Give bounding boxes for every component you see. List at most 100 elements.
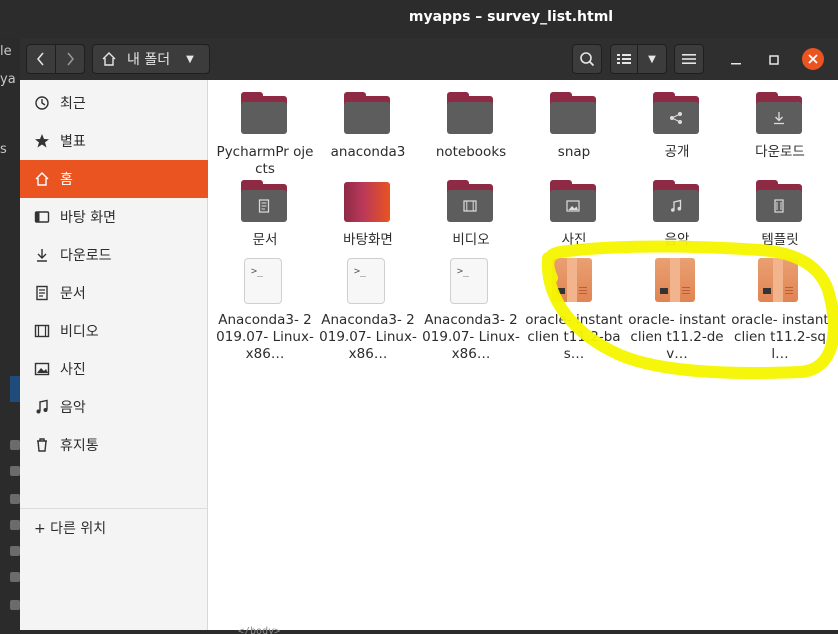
menu-button[interactable]	[674, 44, 704, 74]
file-name: 사진	[561, 232, 587, 248]
music-icon	[668, 198, 684, 214]
file-grid: PycharmPr ojects anaconda3 notebooks sna…	[209, 80, 838, 630]
sidebar-item-label: 바탕 화면	[60, 210, 116, 226]
file-name: Anaconda3- 2019.07- Linux-x86…	[319, 312, 417, 362]
minimize-icon	[731, 63, 741, 65]
folder-icon	[239, 88, 291, 140]
minimize-button[interactable]	[726, 50, 746, 70]
file-item-package[interactable]: oracle- instantclien t11.2-bas…	[524, 256, 624, 363]
sidebar-item-music[interactable]: 음악	[20, 388, 208, 426]
sidebar-item-label: 다운로드	[60, 248, 112, 264]
file-item-script[interactable]: >_ Anaconda3- 2019.07- Linux-x86…	[421, 256, 521, 363]
search-icon	[580, 52, 595, 67]
maximize-icon	[769, 55, 779, 65]
sidebar-item-trash[interactable]: 휴지통	[20, 426, 208, 464]
trash-icon	[34, 437, 50, 453]
close-button[interactable]	[802, 48, 824, 70]
forward-button[interactable]	[55, 44, 85, 74]
file-name: snap	[557, 144, 591, 160]
folder-icon	[342, 88, 394, 140]
file-item-package[interactable]: oracle- instantclien t11.2-sql…	[730, 256, 830, 363]
sidebar-item-starred[interactable]: 별표	[20, 122, 208, 160]
download-icon	[771, 110, 787, 126]
public-folder-icon	[651, 88, 703, 140]
file-item-folder[interactable]: 비디오	[421, 176, 521, 249]
file-name: 음악	[664, 232, 690, 248]
background-icon	[10, 572, 20, 582]
desktop-icon	[34, 209, 50, 225]
close-icon	[808, 54, 818, 64]
sidebar-item-pictures[interactable]: 사진	[20, 350, 208, 388]
back-button[interactable]	[26, 44, 56, 74]
file-item-folder[interactable]: 문서	[215, 176, 315, 249]
background-editor-strip: le ya s	[0, 0, 20, 634]
script-file-icon: >_	[445, 256, 497, 308]
background-icon	[10, 494, 20, 504]
file-item-script[interactable]: >_ Anaconda3- 2019.07- Linux-x86…	[215, 256, 315, 363]
picture-icon	[34, 361, 50, 377]
maximize-button[interactable]	[764, 50, 784, 70]
sidebar-item-label: 별표	[60, 134, 86, 150]
document-icon	[34, 285, 50, 301]
package-icon	[651, 256, 703, 308]
video-icon	[462, 198, 478, 214]
sidebar-item-documents[interactable]: 문서	[20, 274, 208, 312]
file-item-folder[interactable]: snap	[524, 88, 624, 161]
sidebar-item-other-locations[interactable]: + 다른 위치	[20, 509, 208, 547]
file-name: 바탕화면	[343, 232, 393, 248]
file-name: oracle- instantclien t11.2-bas…	[525, 312, 623, 362]
document-icon	[256, 198, 272, 214]
script-file-icon: >_	[239, 256, 291, 308]
pictures-folder-icon	[548, 176, 600, 228]
file-name: notebooks	[435, 144, 507, 160]
file-item-folder[interactable]: 음악	[627, 176, 727, 249]
chevron-left-icon	[37, 52, 44, 66]
background-icon	[10, 466, 20, 476]
video-icon	[34, 323, 50, 339]
download-icon	[34, 247, 50, 263]
file-item-folder[interactable]: 사진	[524, 176, 624, 249]
file-name: PycharmPr ojects	[216, 144, 314, 177]
templates-folder-icon	[754, 176, 806, 228]
chevron-down-icon: ▼	[648, 53, 656, 65]
sidebar-item-videos[interactable]: 비디오	[20, 312, 208, 350]
videos-folder-icon	[445, 176, 497, 228]
path-bar-home[interactable]: 내 폴더 ▼	[92, 44, 210, 74]
sidebar-item-label: 문서	[60, 286, 86, 302]
background-code-text: </body>	[238, 626, 281, 634]
background-text: le	[0, 44, 12, 59]
window-title: myapps – survey_list.html	[408, 9, 614, 25]
folder-icon	[445, 88, 497, 140]
view-options-button[interactable]: ▼	[637, 44, 667, 74]
chevron-right-icon	[67, 52, 74, 66]
downloads-folder-icon	[754, 88, 806, 140]
file-item-folder[interactable]: 템플릿	[730, 176, 830, 249]
title-bar[interactable]: myapps – survey_list.html	[0, 0, 838, 38]
sidebar-item-downloads[interactable]: 다운로드	[20, 236, 208, 274]
file-item-folder[interactable]: 공개	[627, 88, 727, 161]
sidebar-item-label: 음악	[60, 400, 86, 416]
file-item-folder[interactable]: anaconda3	[318, 88, 418, 161]
home-icon	[34, 171, 50, 187]
file-item-folder[interactable]: 다운로드	[730, 88, 830, 161]
file-item-folder[interactable]: PycharmPr ojects	[215, 88, 315, 178]
file-item-folder[interactable]: 바탕화면	[318, 176, 418, 249]
file-name: oracle- instantclien t11.2-dev…	[628, 312, 726, 362]
background-selection	[10, 376, 20, 402]
sidebar-item-recent[interactable]: 최근	[20, 84, 208, 122]
file-name: anaconda3	[330, 144, 406, 160]
file-name: 다운로드	[755, 144, 805, 160]
path-label: 내 폴더	[127, 52, 171, 68]
background-text: s	[0, 142, 7, 157]
sidebar-item-home[interactable]: 홈	[20, 160, 208, 198]
file-item-folder[interactable]: notebooks	[421, 88, 521, 161]
sidebar-item-label: 사진	[60, 362, 86, 378]
file-name: Anaconda3- 2019.07- Linux-x86…	[422, 312, 520, 362]
folder-icon	[548, 88, 600, 140]
sidebar-item-desktop[interactable]: 바탕 화면	[20, 198, 208, 236]
list-view-button[interactable]	[610, 44, 638, 74]
search-button[interactable]	[572, 44, 602, 74]
file-item-package[interactable]: oracle- instantclien t11.2-dev…	[627, 256, 727, 363]
picture-icon	[565, 198, 581, 214]
file-item-script[interactable]: >_ Anaconda3- 2019.07- Linux-x86…	[318, 256, 418, 363]
